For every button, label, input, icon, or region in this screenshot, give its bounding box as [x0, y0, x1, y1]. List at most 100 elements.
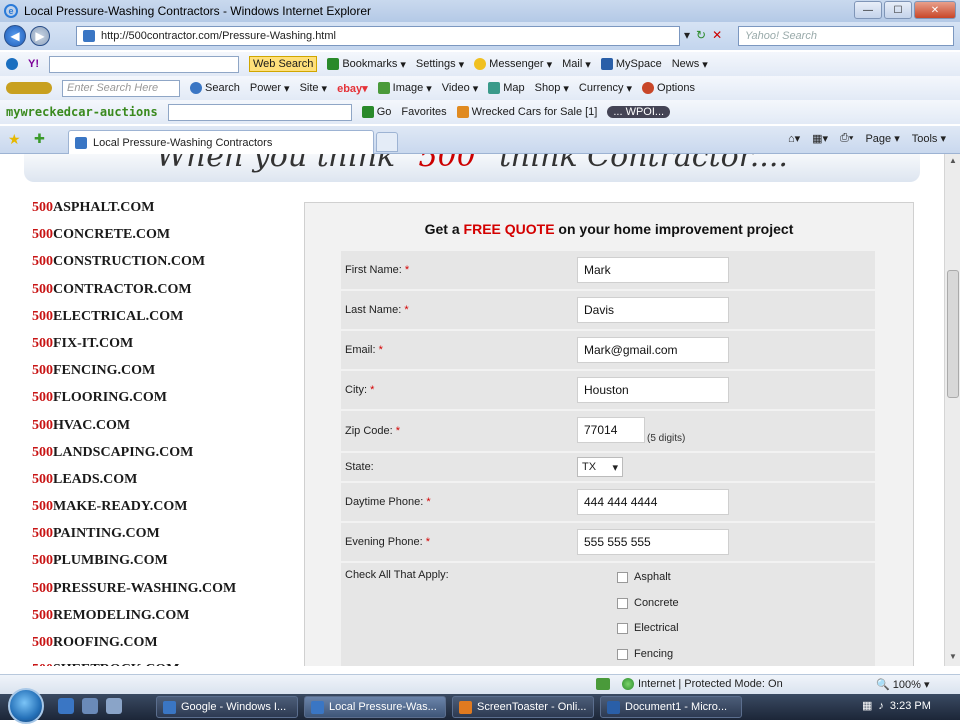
site-link[interactable]: 500CONTRACTOR.COM	[32, 282, 292, 309]
switch-windows-icon[interactable]	[106, 698, 122, 714]
site-link[interactable]: 500ELECTRICAL.COM	[32, 309, 292, 336]
evening-phone-field[interactable]: 555 555 555	[577, 529, 729, 555]
power-menu[interactable]: Power ▾	[250, 82, 290, 95]
state-select[interactable]: TX ▾	[577, 457, 623, 477]
minimize-button[interactable]: —	[854, 1, 882, 19]
video-menu[interactable]: Video ▾	[442, 82, 478, 95]
page-icon	[83, 30, 95, 42]
ebay-logo-icon[interactable]: ebay▾	[337, 82, 368, 95]
taskbar-item-document[interactable]: Document1 - Micro...	[600, 696, 742, 718]
city-field[interactable]: Houston	[577, 377, 729, 403]
taskbar-item-screentoaster[interactable]: ScreenToaster - Onli...	[452, 696, 594, 718]
zip-code-field[interactable]: 77014	[577, 417, 645, 443]
toolbar-search-button[interactable]: Search	[190, 82, 240, 94]
globe-icon	[622, 678, 634, 690]
start-button[interactable]	[8, 688, 44, 724]
favorites-star-icon[interactable]: ★	[8, 131, 21, 148]
close-button[interactable]: ✕	[914, 1, 956, 19]
wrecked-cars-link[interactable]: Wrecked Cars for Sale [1]	[456, 106, 597, 118]
row-city: City: * Houston	[341, 371, 875, 409]
last-name-field[interactable]: Davis	[577, 297, 729, 323]
radio-player[interactable]: ... WPOI...	[607, 106, 671, 118]
web-search-button[interactable]: Web Search	[249, 56, 318, 72]
maximize-button[interactable]: ☐	[884, 1, 912, 19]
site-link[interactable]: 500ASPHALT.COM	[32, 200, 292, 227]
currency-menu[interactable]: Currency ▾	[579, 82, 632, 95]
add-favorite-icon[interactable]: ✚	[34, 131, 45, 147]
word-icon	[607, 700, 620, 714]
checkbox-fencing[interactable]: Fencing	[617, 648, 673, 660]
new-tab-button[interactable]	[376, 132, 398, 152]
checkbox-electrical[interactable]: Electrical	[617, 622, 679, 634]
stop-icon[interactable]: ✕	[712, 28, 722, 42]
tools-menu[interactable]: Tools ▾	[912, 132, 946, 145]
site-menu[interactable]: Site ▾	[300, 82, 328, 95]
scroll-up-icon[interactable]: ▲	[947, 156, 959, 168]
settings-menu[interactable]: Settings ▾	[416, 58, 464, 71]
favorites-menu[interactable]: Favorites	[401, 106, 446, 118]
site-link[interactable]: 500PRESSURE-WASHING.COM	[32, 581, 292, 608]
site-link[interactable]: 500HVAC.COM	[32, 418, 292, 445]
checkbox-asphalt[interactable]: Asphalt	[617, 571, 671, 583]
site-link[interactable]: 500ROOFING.COM	[32, 635, 292, 662]
yahoo-search-input[interactable]	[49, 55, 239, 73]
home-icon[interactable]: ⌂▾	[788, 132, 800, 145]
shop-menu[interactable]: Shop ▾	[535, 82, 569, 95]
zip-hint: (5 digits)	[647, 433, 686, 444]
site-link[interactable]: 500FLOORING.COM	[32, 390, 292, 417]
feeds-icon[interactable]: ▦▾	[812, 132, 828, 145]
checkbox-concrete[interactable]: Concrete	[617, 597, 679, 609]
wreckedcar-search-input[interactable]	[167, 103, 352, 121]
toolbar-search-input[interactable]: Enter Search Here	[62, 79, 180, 97]
map-link[interactable]: Map	[488, 82, 525, 94]
firefox-icon	[459, 700, 472, 714]
print-icon[interactable]: ⎙▾	[840, 132, 853, 145]
site-link[interactable]: 500CONCRETE.COM	[32, 227, 292, 254]
site-link[interactable]: 500CONSTRUCTION.COM	[32, 254, 292, 281]
site-link[interactable]: 500LEADS.COM	[32, 472, 292, 499]
url-field[interactable]: http://500contractor.com/Pressure-Washin…	[76, 26, 680, 46]
back-button[interactable]: ◀	[4, 25, 26, 47]
page-menu[interactable]: Page ▾	[865, 132, 899, 145]
mail-menu[interactable]: Mail ▾	[562, 58, 591, 71]
site-list: 500ASPHALT.COM 500CONCRETE.COM 500CONSTRUC…	[32, 200, 292, 666]
site-link[interactable]: 500PLUMBING.COM	[32, 553, 292, 580]
email-field[interactable]: Mark@gmail.com	[577, 337, 729, 363]
network-icon[interactable]: ▦	[862, 699, 872, 712]
first-name-field[interactable]: Mark	[577, 257, 729, 283]
scrollbar-thumb[interactable]	[947, 270, 959, 398]
go-button[interactable]: Go	[361, 106, 391, 118]
taskbar-item-local-pressure[interactable]: Local Pressure-Was...	[304, 696, 446, 718]
site-link[interactable]: 500MAKE-READY.COM	[32, 499, 292, 526]
myspace-link[interactable]: MySpace	[600, 58, 662, 70]
site-link[interactable]: 500PAINTING.COM	[32, 526, 292, 553]
check-all-label: Check All That Apply:	[345, 569, 449, 581]
volume-icon[interactable]: ♪	[878, 700, 884, 712]
site-link[interactable]: 500FIX-IT.COM	[32, 336, 292, 363]
messenger-menu[interactable]: Messenger ▾	[474, 58, 552, 71]
clock[interactable]: 3:23 PM	[890, 700, 931, 712]
daytime-phone-field[interactable]: 444 444 4444	[577, 489, 729, 515]
scroll-down-icon[interactable]: ▼	[947, 652, 959, 664]
toolbar-logo-icon	[6, 82, 52, 94]
site-link[interactable]: 500SHEETROCK.COM	[32, 662, 292, 666]
search-input[interactable]: Yahoo! Search	[738, 26, 954, 46]
vertical-scrollbar[interactable]: ▲ ▼	[944, 154, 960, 666]
refresh-icon[interactable]: ↻	[696, 28, 706, 42]
site-link[interactable]: 500REMODELING.COM	[32, 608, 292, 635]
news-menu[interactable]: News ▾	[672, 58, 708, 71]
ie-quicklaunch-icon[interactable]	[58, 698, 74, 714]
site-link[interactable]: 500FENCING.COM	[32, 363, 292, 390]
image-menu[interactable]: Image ▾	[377, 82, 432, 95]
ie-icon	[311, 700, 324, 714]
zoom-level[interactable]: 🔍 100% ▾	[876, 678, 929, 691]
dropdown-icon[interactable]: ▾	[684, 28, 690, 42]
desktop-quicklaunch-icon[interactable]	[82, 698, 98, 714]
options-menu[interactable]: Options	[642, 82, 695, 94]
forward-button[interactable]: ▶	[30, 26, 50, 46]
bookmarks-menu[interactable]: Bookmarks ▾	[327, 58, 406, 71]
site-link[interactable]: 500LANDSCAPING.COM	[32, 445, 292, 472]
taskbar-item-google[interactable]: Google - Windows I...	[156, 696, 298, 718]
yahoo-logo-icon[interactable]: Y!	[28, 58, 39, 70]
tab-current[interactable]: Local Pressure-Washing Contractors	[68, 130, 374, 154]
